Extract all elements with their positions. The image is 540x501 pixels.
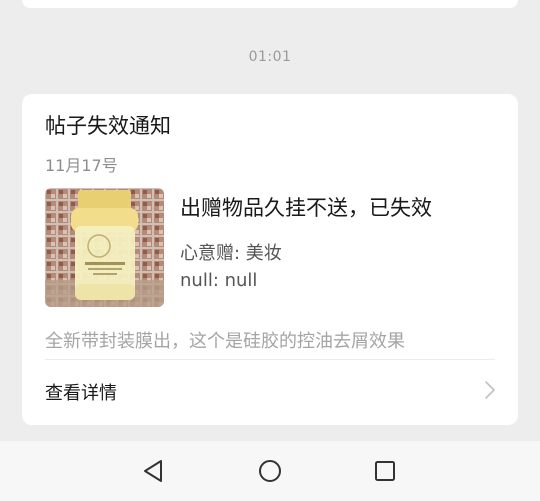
system-navigation-bar: [0, 441, 540, 501]
product-photo: [45, 188, 164, 307]
extra-info: null: null: [180, 270, 258, 291]
gift-category: 心意赠: 美妆: [180, 243, 282, 264]
recent-apps-square-icon[interactable]: [372, 458, 398, 484]
chevron-right-icon: [485, 381, 495, 399]
item-thumbnail[interactable]: [45, 188, 164, 307]
notice-date: 11月17号: [45, 156, 118, 175]
home-circle-icon[interactable]: [257, 458, 283, 484]
view-details-button[interactable]: 查看详情: [22, 360, 518, 422]
previous-message-card[interactable]: [22, 0, 518, 8]
view-details-label: 查看详情: [45, 383, 117, 404]
post-expired-notice-card[interactable]: 帖子失效通知 11月17号 出赠物品久挂不送，已失效 心意赠: 美妆 null:…: [22, 94, 518, 425]
notice-title: 帖子失效通知: [45, 114, 171, 138]
item-description: 全新带封装膜出，这个是硅胶的控油去屑效果: [45, 331, 405, 352]
message-timestamp: 01:01: [248, 49, 292, 65]
back-triangle-icon[interactable]: [141, 458, 167, 484]
item-title: 出赠物品久挂不送，已失效: [180, 196, 432, 220]
